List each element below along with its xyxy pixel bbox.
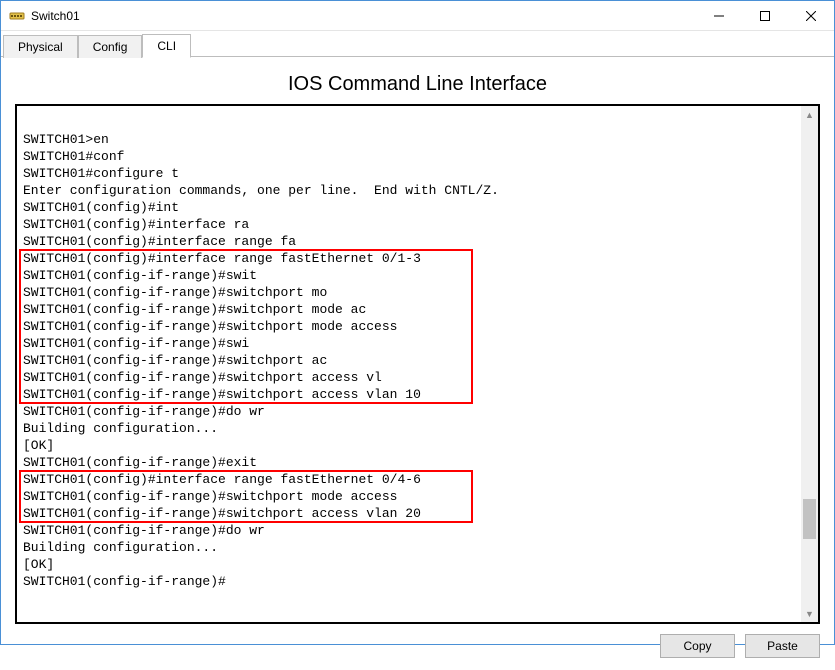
scroll-up-button[interactable]: ▲	[801, 106, 818, 123]
tabs: Physical Config CLI	[1, 31, 834, 57]
window-title: Switch01	[31, 9, 80, 23]
maximize-button[interactable]	[742, 1, 788, 31]
scroll-down-button[interactable]: ▼	[801, 605, 818, 622]
minimize-button[interactable]	[696, 1, 742, 31]
paste-button[interactable]: Paste	[745, 634, 820, 658]
terminal-container: SWITCH01>en SWITCH01#conf SWITCH01#confi…	[15, 104, 820, 624]
cli-heading: IOS Command Line Interface	[15, 73, 820, 96]
scrollbar[interactable]: ▲ ▼	[801, 106, 818, 622]
scroll-thumb[interactable]	[803, 499, 816, 539]
tab-physical[interactable]: Physical	[3, 35, 78, 58]
cli-panel: IOS Command Line Interface SWITCH01>en S…	[1, 57, 834, 670]
close-button[interactable]	[788, 1, 834, 31]
tab-cli[interactable]: CLI	[142, 34, 191, 58]
app-icon	[9, 8, 25, 24]
copy-button[interactable]: Copy	[660, 634, 735, 658]
scroll-track[interactable]	[801, 123, 818, 605]
button-row: Copy Paste	[15, 634, 820, 658]
tab-config[interactable]: Config	[78, 35, 143, 58]
terminal-output[interactable]: SWITCH01>en SWITCH01#conf SWITCH01#confi…	[17, 106, 818, 622]
titlebar: Switch01	[1, 1, 834, 31]
